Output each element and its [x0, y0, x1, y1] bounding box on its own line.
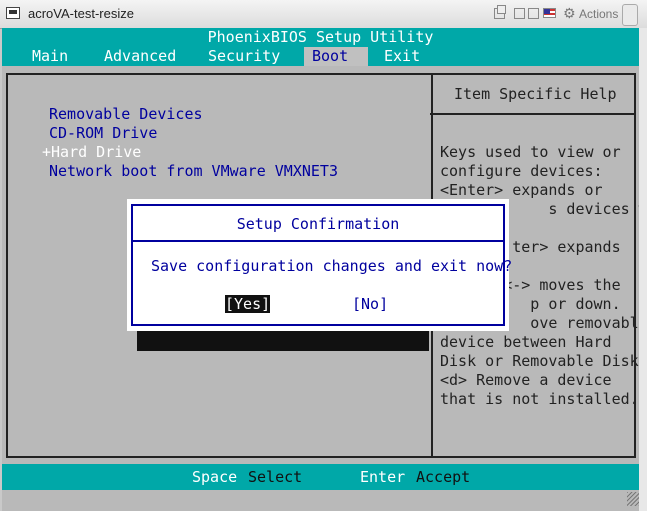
- help-line: Disk or Removable Disk: [440, 352, 639, 370]
- yes-button-label[interactable]: [Yes]: [225, 295, 271, 313]
- boot-item-network[interactable]: Network boot from VMware VMXNET3: [49, 162, 338, 180]
- menu-boot[interactable]: Boot: [304, 47, 369, 66]
- boot-item-hard-drive[interactable]: +Hard Drive: [42, 143, 141, 161]
- fit-window-icon[interactable]: [514, 8, 525, 19]
- boot-item-cdrom[interactable]: CD-ROM Drive: [49, 124, 157, 142]
- dialog-border: Setup Confirmation Save configuration ch…: [131, 204, 512, 326]
- bios-bottom-strip: [2, 490, 639, 511]
- footer-desc-select: Select: [248, 468, 303, 486]
- menu-exit[interactable]: Exit: [378, 47, 426, 66]
- menu-main[interactable]: Main: [26, 47, 74, 66]
- window-right-edge: [639, 28, 647, 511]
- titlebar-scroll-handle[interactable]: [622, 4, 638, 26]
- actions-menu-button[interactable]: Actions: [579, 7, 618, 21]
- dialog-title: Setup Confirmation: [236, 215, 400, 233]
- menu-security[interactable]: Security: [202, 47, 286, 66]
- help-line: configure devices:: [440, 162, 603, 180]
- help-line: Keys used to view or: [440, 143, 621, 161]
- setup-confirmation-dialog: Setup Confirmation Save configuration ch…: [127, 199, 512, 331]
- dialog-separator: [133, 240, 503, 242]
- help-line: <d> Remove a device: [440, 371, 612, 389]
- gear-icon[interactable]: ⚙: [563, 6, 576, 22]
- help-line: device between Hard: [440, 333, 612, 351]
- yes-button[interactable]: [Yes]: [225, 295, 271, 313]
- keyboard-language-flag-icon[interactable]: [543, 8, 556, 18]
- boot-item-removable[interactable]: Removable Devices: [49, 105, 203, 123]
- fullscreen-icon[interactable]: [528, 8, 539, 19]
- window-titlebar: acroVA-test-resize ⚙ Actions: [0, 0, 647, 29]
- bios-footer: Space Select Enter Accept: [2, 464, 639, 490]
- no-button[interactable]: [No]: [352, 295, 388, 313]
- dialog-shadow: [137, 329, 429, 351]
- restore-window-icon[interactable]: [494, 5, 506, 19]
- bios-menu-bar: Main Advanced Security Boot Exit: [2, 47, 639, 66]
- resize-grip-icon[interactable]: [627, 492, 639, 506]
- help-line: that is not installed.: [440, 390, 639, 408]
- window-title: acroVA-test-resize: [28, 6, 134, 21]
- dialog-message: Save configuration changes and exit now?: [151, 257, 513, 275]
- help-line: <Enter> expands or: [440, 181, 603, 199]
- menu-advanced[interactable]: Advanced: [98, 47, 182, 66]
- footer-key-space: Space: [192, 468, 238, 486]
- window-app-icon: [6, 7, 20, 19]
- bios-title: PhoenixBIOS Setup Utility: [2, 28, 639, 47]
- footer-key-enter: Enter: [360, 468, 406, 486]
- help-title-separator: [430, 113, 634, 115]
- help-panel-title: Item Specific Help: [454, 85, 617, 103]
- footer-desc-accept: Accept: [416, 468, 471, 486]
